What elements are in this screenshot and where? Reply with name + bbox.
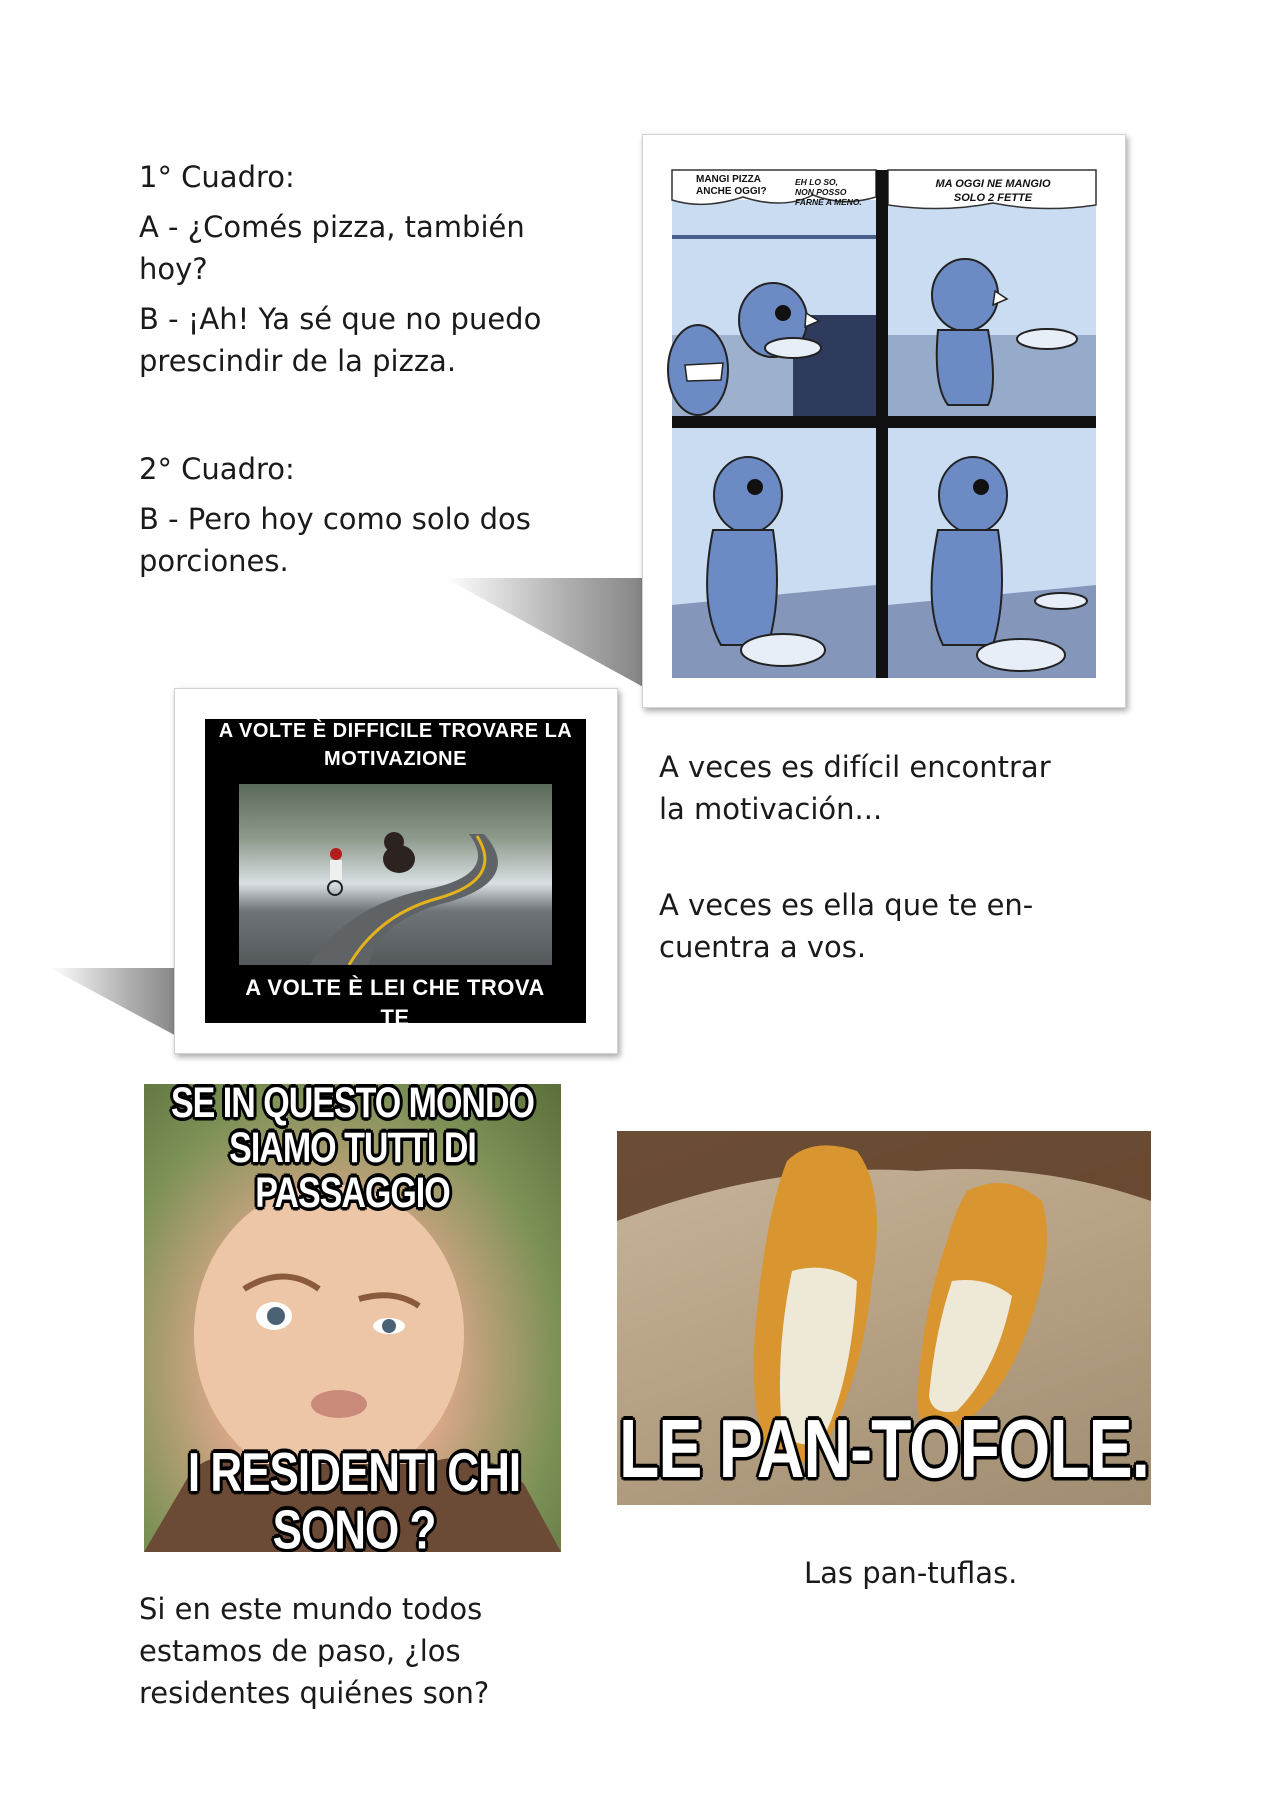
motivation-caption-2: A veces es ella que te en-cuentra a vos. — [659, 888, 1034, 964]
baby-meme-image: SE IN QUESTO MONDO SIAMO TUTTI DI PASSAG… — [144, 1084, 561, 1552]
road-illustration — [309, 832, 498, 966]
cyclist-bear-photo — [239, 784, 552, 966]
comic-panel-2: MA OGGI NE MANGIO SOLO 2 FETTE — [887, 169, 1097, 416]
baby-caption: Si en este mundo todos estamos de paso, … — [139, 1592, 490, 1710]
panel-1-label: 1° Cuadro: — [139, 160, 295, 194]
comic-panel-1: MANGI PIZZA ANCHE OGGI? EH LO SO, NON PO… — [667, 169, 877, 416]
comic-translation: 1° Cuadro: A - ¿Comés pizza, también hoy… — [139, 156, 579, 390]
comic-strip: MANGI PIZZA ANCHE OGGI? EH LO SO, NON PO… — [667, 169, 1097, 678]
bubble-3-line-1: MA OGGI NE MANGIO — [935, 178, 1051, 190]
motivation-caption-1: A veces es difícil encontrar la motivaci… — [659, 750, 1051, 826]
baby-bottom-text: I RESIDENTI CHI SONO ? — [187, 1442, 521, 1552]
motivation-captions: A veces es difícil encontrar la motivaci… — [659, 746, 1059, 976]
bread-caption: Las pan-tuflas. — [804, 1556, 1018, 1590]
bubble-1-line-1: MANGI PIZZA — [696, 174, 761, 185]
panel-2-line-b: B - Pero hoy como solo dos porciones. — [139, 502, 531, 578]
panel-1-line-b: B - ¡Ah! Ya sé que no puedo prescindir d… — [139, 302, 542, 378]
shadow-wedge-middle — [50, 968, 180, 1038]
motivation-bottom-text: A VOLTE È LEI CHE TROVA TE — [245, 975, 545, 1023]
baby-top-text: SE IN QUESTO MONDO SIAMO TUTTI DI PASSAG… — [171, 1084, 535, 1217]
bubble-2-line-2: NON POSSO — [795, 187, 847, 197]
panel-1-line-a: A - ¿Comés pizza, también hoy? — [139, 210, 525, 286]
bubble-3-line-2: SOLO 2 FETTE — [954, 192, 1033, 204]
bubble-2-line-3: FARNE A MENO. — [795, 197, 862, 207]
bubble-2-line-1: EH LO SO, — [795, 177, 838, 187]
comic-translation-2: 2° Cuadro: B - Pero hoy como solo dos po… — [139, 448, 579, 590]
motivation-poster: A VOLTE È DIFFICILE TROVARE LA MOTIVAZIO… — [205, 719, 586, 1023]
comic-image-frame: MANGI PIZZA ANCHE OGGI? EH LO SO, NON PO… — [642, 134, 1126, 708]
panel-2-label: 2° Cuadro: — [139, 452, 295, 486]
bubble-1-line-2: ANCHE OGGI? — [696, 186, 767, 197]
motivation-top-text: A VOLTE È DIFFICILE TROVARE LA MOTIVAZIO… — [218, 720, 573, 770]
motivation-image-frame: A VOLTE È DIFFICILE TROVARE LA MOTIVAZIO… — [174, 688, 618, 1054]
shadow-wedge-top — [445, 578, 645, 688]
bread-meme-image: LE PAN-TOFOLE. — [617, 1131, 1151, 1505]
bread-meme-text: LE PAN-TOFOLE. — [619, 1401, 1150, 1495]
comic-panel-4 — [888, 428, 1096, 678]
comic-panel-3 — [672, 428, 876, 678]
